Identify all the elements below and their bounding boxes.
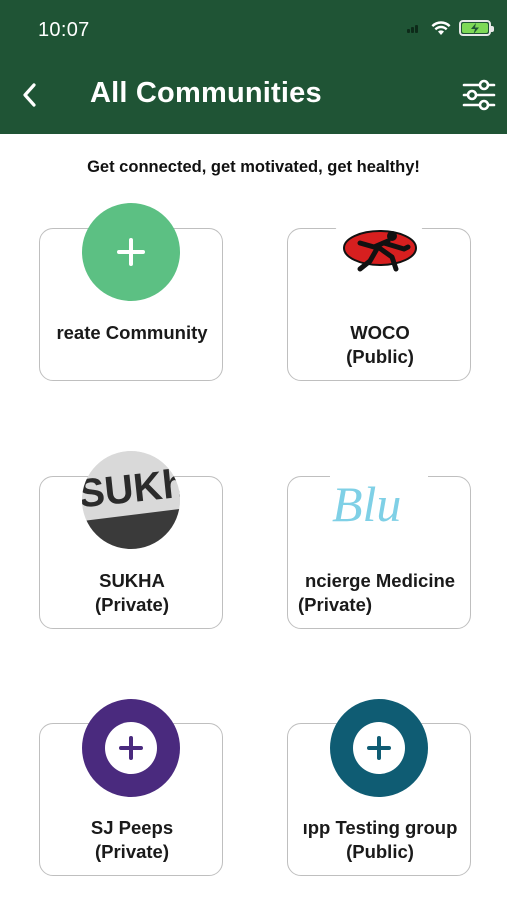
status-icons	[407, 20, 494, 36]
card-label: ncierge Medicine (Private)	[298, 570, 456, 615]
card-label: WOCO (Public)	[346, 322, 414, 367]
chevron-left-icon	[23, 83, 36, 107]
svg-text:Blu: Blu	[332, 476, 401, 532]
app-header: 10:07 All Communities	[0, 0, 507, 134]
sukha-logo: SUKha	[82, 451, 180, 549]
cellular-signal-icon	[407, 23, 423, 33]
card-label: SUKHA (Private)	[94, 570, 170, 615]
create-community-icon[interactable]	[82, 203, 180, 301]
wifi-icon	[431, 21, 451, 35]
sj-peeps-icon	[82, 699, 180, 797]
filter-button[interactable]	[461, 78, 497, 112]
plus-icon	[119, 736, 143, 760]
woco-logo	[330, 203, 428, 301]
blue-logo: Blu	[330, 451, 428, 549]
card-label: reate Community	[56, 322, 208, 343]
card-label: ıpp Testing group (Public)	[302, 817, 458, 862]
plus-icon	[367, 736, 391, 760]
plus-icon	[117, 238, 145, 266]
sliders-icon	[462, 79, 496, 111]
app-testing-group-icon	[330, 699, 428, 797]
card-label: SJ Peeps (Private)	[90, 817, 174, 862]
battery-charging-icon	[459, 20, 494, 36]
tagline: Get connected, get motivated, get health…	[87, 158, 420, 176]
status-time: 10:07	[38, 19, 90, 41]
back-button[interactable]	[14, 78, 44, 112]
page-title: All Communities	[90, 77, 322, 109]
